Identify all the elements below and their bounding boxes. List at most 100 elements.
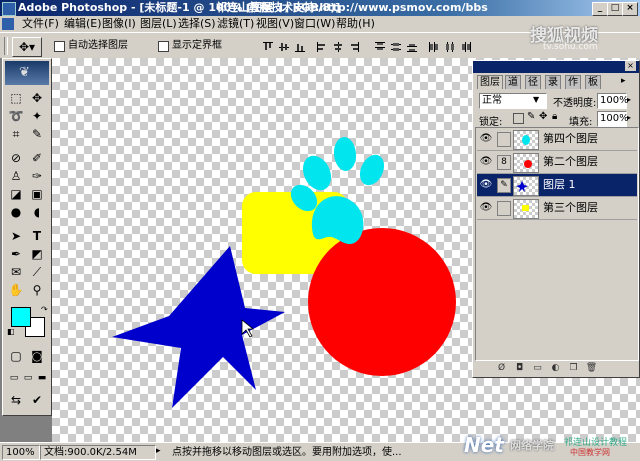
close-button[interactable]: × [622,2,638,16]
grip-handle[interactable] [4,37,8,55]
gradient-tool-icon[interactable]: ▣ [27,185,47,203]
imageready-icon[interactable]: ✔ [27,391,47,409]
adjustment-layer-icon[interactable]: ◐ [549,363,562,374]
palette-menu-icon[interactable]: ▸ [621,76,626,86]
tab-channels[interactable]: 道 [505,75,521,89]
minimize-button[interactable]: _ [592,2,608,16]
layer-row[interactable]: 👁︎ 第四个图层 [477,128,637,151]
layer-row[interactable]: 👁︎ 8 第二个图层 [477,151,637,174]
lock-transparency-icon[interactable] [513,113,524,124]
layer-link-box[interactable] [497,132,511,147]
path-selection-tool-icon[interactable]: ➤ [6,227,26,245]
distribute-vcenter-icon[interactable] [390,41,402,53]
red-circle-shape[interactable] [308,228,456,376]
maximize-button[interactable]: □ [607,2,623,16]
pen-tool-icon[interactable]: ✒ [6,245,26,263]
menu-layer[interactable]: 图层(L) [138,17,179,31]
layer-row[interactable]: 👁︎ 第三个图层 [477,197,637,220]
notes-tool-icon[interactable]: ✉ [6,263,26,281]
distribute-bottom-icon[interactable] [406,41,418,53]
lock-all-icon[interactable]: 🔒︎ [552,111,557,122]
distribute-left-icon[interactable] [428,41,440,53]
align-right-icon[interactable] [348,41,360,53]
palette-close-button[interactable]: × [625,61,636,71]
delete-layer-icon[interactable]: 🗑︎ [585,363,598,374]
lasso-tool-icon[interactable]: ➰ [6,107,26,125]
opacity-slider-arrow-icon[interactable]: ▸ [627,95,631,104]
layer-link-box[interactable] [497,201,511,216]
layer-mask-icon[interactable]: ◘ [513,363,526,374]
fill-slider-arrow-icon[interactable]: ▸ [627,113,631,122]
swap-colors-icon[interactable]: ↷ [41,305,48,314]
visibility-eye-icon[interactable]: 👁︎ [479,156,493,168]
brush-tool-icon[interactable]: ✐ [27,149,47,167]
layer-row-selected[interactable]: 👁︎ ✎ 图层 1 [477,174,637,197]
document-size-info: 文档:900.0K/2.54M [40,445,156,460]
visibility-eye-icon[interactable]: 👁︎ [479,179,493,191]
lock-position-icon[interactable]: ✥ [539,111,547,122]
healing-brush-tool-icon[interactable]: ⊘ [6,149,26,167]
magic-wand-tool-icon[interactable]: ✦ [27,107,47,125]
visibility-eye-icon[interactable]: 👁︎ [479,202,493,214]
site-watermark-2: 中国教学网 [570,448,610,457]
zoom-level-field[interactable]: 100% [2,445,40,460]
status-bar: 100% 文档:900.0K/2.54M ▸ 点按并拖移以移动图层或选区。要用附… [0,433,640,461]
status-menu-arrow-icon[interactable]: ▸ [156,446,161,456]
eraser-tool-icon[interactable]: ◪ [6,185,26,203]
visibility-eye-icon[interactable]: 👁︎ [479,133,493,145]
hand-tool-icon[interactable]: ✋ [6,281,26,299]
brush-icon[interactable]: ✎ [497,178,511,193]
tab-history[interactable]: 录 [545,75,561,89]
clone-stamp-tool-icon[interactable]: ♙ [6,167,26,185]
align-vcenter-icon[interactable] [278,41,290,53]
auto-select-checkbox[interactable] [54,41,65,52]
foreground-color-swatch[interactable] [11,307,31,327]
show-bounds-checkbox[interactable] [158,41,169,52]
tab-actions[interactable]: 作 [565,75,581,89]
menu-select[interactable]: 选择(S) [176,17,218,31]
shape-tool-icon[interactable]: ◩ [27,245,47,263]
standard-mode-icon[interactable]: ▢ [6,347,26,365]
distribute-top-icon[interactable] [374,41,386,53]
screen-mode-full-icon[interactable]: ▬ [32,369,52,387]
type-tool-icon[interactable]: T [27,227,47,245]
menu-window[interactable]: 窗口(W) [292,17,337,31]
new-layer-icon[interactable]: ❐ [567,363,580,374]
tab-paths[interactable]: 径 [525,75,541,89]
move-tool-icon[interactable]: ✥ [27,89,47,107]
lock-label: 锁定: [479,117,503,128]
align-top-icon[interactable] [262,41,274,53]
blur-tool-icon[interactable]: ● [6,203,26,221]
align-left-icon[interactable] [316,41,328,53]
align-hcenter-icon[interactable] [332,41,344,53]
history-brush-tool-icon[interactable]: ✑ [27,167,47,185]
default-colors-icon[interactable]: ◧ [7,327,15,336]
layer-set-icon[interactable]: ▭ [531,363,544,374]
lock-image-icon[interactable]: ✎ [527,111,535,122]
layer-chain-icon[interactable]: 8 [497,155,511,170]
menu-edit[interactable]: 编辑(E) [62,17,104,31]
menu-image[interactable]: 图像(I) [100,17,138,31]
dodge-tool-icon[interactable]: ◖ [27,203,47,221]
tab-layers[interactable]: 图层 [477,75,503,89]
fill-field[interactable]: 100% [597,111,629,127]
opacity-field[interactable]: 100% [597,93,629,109]
menu-view[interactable]: 视图(V) [254,17,296,31]
blend-mode-chevron-icon[interactable]: ▼ [533,95,539,104]
marquee-tool-icon[interactable]: ⬚ [6,89,26,107]
distribute-right-icon[interactable] [460,41,472,53]
quick-mask-mode-icon[interactable]: ◙ [27,347,47,365]
move-tool-preset-icon[interactable]: ✥▾ [12,37,42,57]
crop-tool-icon[interactable]: ⌗ [6,125,26,143]
distribute-hcenter-icon[interactable] [444,41,456,53]
menu-filter[interactable]: 滤镜(T) [215,17,256,31]
menu-help[interactable]: 帮助(H) [334,17,377,31]
tab-presets[interactable]: 板 [585,75,601,89]
zoom-tool-icon[interactable]: ⚲ [27,281,47,299]
slice-tool-icon[interactable]: ✎ [27,125,47,143]
jump-to-imageready-icon[interactable]: ⇆ [6,391,26,409]
eyedropper-tool-icon[interactable]: ⟋ [27,263,47,281]
align-bottom-icon[interactable] [294,41,306,53]
layer-style-icon[interactable]: Ø [495,363,508,374]
menu-file[interactable]: 文件(F) [20,17,61,31]
